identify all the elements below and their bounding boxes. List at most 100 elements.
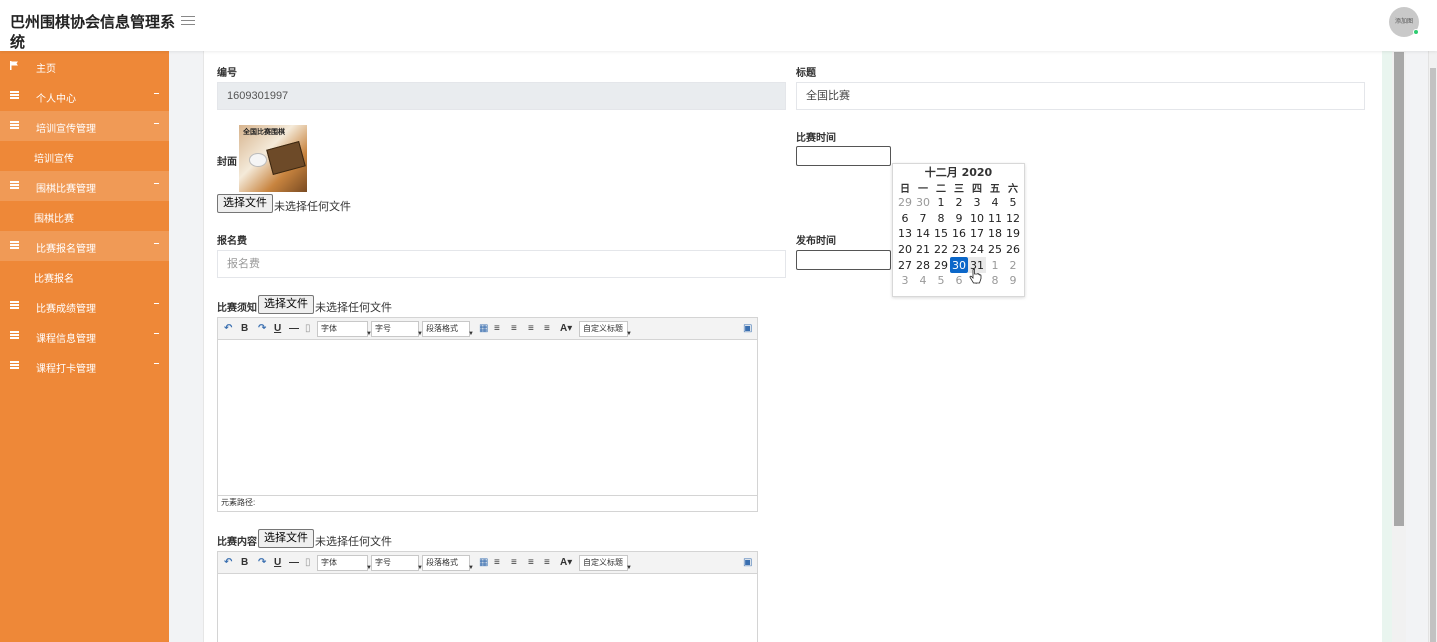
redo-icon[interactable]: ↷ xyxy=(258,557,266,568)
align-left-icon[interactable]: ≡ xyxy=(494,557,500,568)
calendar-day[interactable]: 8 xyxy=(986,273,1004,289)
sidebar-item-go-match[interactable]: 围棋比赛管理 xyxy=(0,171,169,201)
calendar-day[interactable]: 6 xyxy=(950,273,968,289)
content-scrollbar-thumb[interactable] xyxy=(1394,52,1404,526)
match-time-input[interactable] xyxy=(796,146,891,166)
fullscreen-icon[interactable]: ▣ xyxy=(743,557,752,568)
calendar-day[interactable]: 26 xyxy=(1004,242,1022,258)
clear-format-icon[interactable]: ▯ xyxy=(305,557,311,568)
sidebar-item-registration[interactable]: 比赛报名管理 xyxy=(0,231,169,261)
cover-file-button[interactable]: 选择文件 xyxy=(217,194,273,213)
calendar-day[interactable]: 30 xyxy=(950,257,968,273)
calendar-day[interactable]: 6 xyxy=(896,211,914,227)
calendar-day[interactable]: 4 xyxy=(914,273,932,289)
calendar-day[interactable]: 4 xyxy=(986,195,1004,211)
sidebar-subitem-registration[interactable]: 比赛报名 xyxy=(0,261,169,291)
align-center-icon[interactable]: ≡ xyxy=(528,557,534,568)
calendar-day[interactable]: 23 xyxy=(950,242,968,258)
calendar-day[interactable]: 9 xyxy=(1004,273,1022,289)
calendar-day[interactable]: 20 xyxy=(896,242,914,258)
horizontal-rule-icon[interactable]: — xyxy=(289,557,299,568)
font-family-select[interactable]: 字体 ▼ xyxy=(317,555,372,571)
align-right-icon[interactable]: ≡ xyxy=(511,557,517,568)
notice-rich-editor[interactable]: ↶ B ↷ U — ▯ 字体 ▼ 字号 ▼ 段落格式 ▼ ▦ ≡ ≡ ≡ ≡ A▾ 自… xyxy=(217,317,758,512)
calendar-day[interactable]: 3 xyxy=(968,195,986,211)
sidebar-item-courses[interactable]: 课程信息管理 xyxy=(0,321,169,351)
sidebar-item-home[interactable]: 主页 xyxy=(0,51,169,81)
undo-icon[interactable]: ↶ xyxy=(224,323,232,334)
calendar-day[interactable]: 30 xyxy=(914,195,932,211)
calendar-day[interactable]: 1 xyxy=(932,195,950,211)
font-size-select[interactable]: 字号 ▼ xyxy=(371,555,423,571)
table-icon[interactable]: ▦ xyxy=(479,323,488,334)
calendar-day[interactable]: 21 xyxy=(914,242,932,258)
bold-icon[interactable]: B xyxy=(241,557,248,568)
publish-time-input[interactable] xyxy=(796,250,891,270)
avatar[interactable]: 添加图 xyxy=(1389,7,1419,37)
align-right-icon[interactable]: ≡ xyxy=(511,323,517,334)
calendar-day[interactable]: 27 xyxy=(896,257,914,273)
calendar-day[interactable]: 3 xyxy=(896,273,914,289)
page-scrollbar[interactable] xyxy=(1428,0,1437,642)
horizontal-rule-icon[interactable]: — xyxy=(289,323,299,334)
custom-title-select[interactable]: 自定义标题 ▼ xyxy=(579,321,632,337)
calendar-day[interactable]: 2 xyxy=(950,195,968,211)
align-left-icon[interactable]: ≡ xyxy=(494,323,500,334)
calendar-day[interactable]: 29 xyxy=(932,257,950,273)
calendar-day[interactable]: 14 xyxy=(914,226,932,242)
calendar-day[interactable]: 16 xyxy=(950,226,968,242)
table-icon[interactable]: ▦ xyxy=(479,557,488,568)
notice-file-button[interactable]: 选择文件 xyxy=(258,295,314,314)
calendar-day[interactable]: 19 xyxy=(1004,226,1022,242)
align-center-icon[interactable]: ≡ xyxy=(528,323,534,334)
calendar-day[interactable]: 8 xyxy=(932,211,950,227)
underline-icon[interactable]: U xyxy=(274,323,281,334)
calendar-day[interactable]: 2 xyxy=(1004,257,1022,273)
calendar-day[interactable]: 17 xyxy=(968,226,986,242)
underline-icon[interactable]: U xyxy=(274,557,281,568)
paragraph-select[interactable]: 段落格式 ▼ xyxy=(422,321,474,337)
fee-input[interactable]: 报名费 xyxy=(217,250,786,278)
sidebar-item-scores[interactable]: 比赛成绩管理 xyxy=(0,291,169,321)
font-color-icon[interactable]: A▾ xyxy=(560,323,572,334)
font-size-select[interactable]: 字号 ▼ xyxy=(371,321,423,337)
redo-icon[interactable]: ↷ xyxy=(258,323,266,334)
calendar-day[interactable]: 11 xyxy=(986,211,1004,227)
justify-icon[interactable]: ≡ xyxy=(544,557,550,568)
fullscreen-icon[interactable]: ▣ xyxy=(743,323,752,334)
calendar-day[interactable]: 28 xyxy=(914,257,932,273)
sidebar-item-checkin[interactable]: 课程打卡管理 xyxy=(0,351,169,381)
calendar-day[interactable]: 12 xyxy=(1004,211,1022,227)
paragraph-select[interactable]: 段落格式 ▼ xyxy=(422,555,474,571)
sidebar-item-training[interactable]: 培训宣传管理 xyxy=(0,111,169,141)
calendar-day[interactable]: 10 xyxy=(968,211,986,227)
calendar-day[interactable]: 5 xyxy=(932,273,950,289)
calendar-day[interactable]: 5 xyxy=(1004,195,1022,211)
calendar-day[interactable]: 9 xyxy=(950,211,968,227)
calendar-day[interactable]: 25 xyxy=(986,242,1004,258)
sidebar-item-profile[interactable]: 个人中心 xyxy=(0,81,169,111)
number-field[interactable]: 1609301997 xyxy=(217,82,786,110)
font-family-select[interactable]: 字体 ▼ xyxy=(317,321,372,337)
calendar-day[interactable]: 29 xyxy=(896,195,914,211)
sidebar-subitem-go-match[interactable]: 围棋比赛 xyxy=(0,201,169,231)
custom-title-select[interactable]: 自定义标题 ▼ xyxy=(579,555,632,571)
page-scrollbar-thumb[interactable] xyxy=(1430,68,1436,642)
calendar-day[interactable]: 13 xyxy=(896,226,914,242)
title-field[interactable]: 全国比赛 xyxy=(796,82,1365,110)
calendar-day[interactable]: 18 xyxy=(986,226,1004,242)
calendar-day[interactable]: 22 xyxy=(932,242,950,258)
content-file-button[interactable]: 选择文件 xyxy=(258,529,314,548)
sidebar-subitem-training[interactable]: 培训宣传 xyxy=(0,141,169,171)
calendar-day[interactable]: 7 xyxy=(914,211,932,227)
hamburger-icon[interactable] xyxy=(181,16,195,28)
clear-format-icon[interactable]: ▯ xyxy=(305,323,311,334)
undo-icon[interactable]: ↶ xyxy=(224,557,232,568)
justify-icon[interactable]: ≡ xyxy=(544,323,550,334)
content-rich-editor[interactable]: ↶ B ↷ U — ▯ 字体 ▼ 字号 ▼ 段落格式 ▼ ▦ ≡ ≡ ≡ ≡ A▾ 自… xyxy=(217,551,758,642)
font-color-icon[interactable]: A▾ xyxy=(560,557,572,568)
calendar-day[interactable]: 15 xyxy=(932,226,950,242)
calendar-day[interactable]: 1 xyxy=(986,257,1004,273)
calendar-day[interactable]: 24 xyxy=(968,242,986,258)
bold-icon[interactable]: B xyxy=(241,323,248,334)
